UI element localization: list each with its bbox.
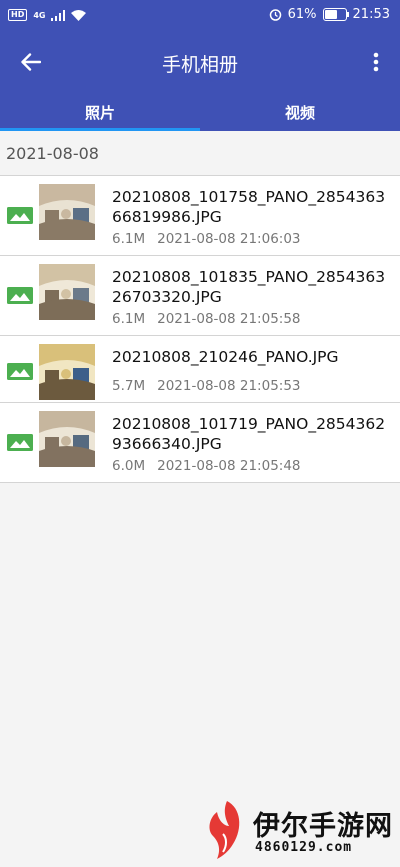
page-title: 手机相册 [161, 54, 238, 76]
hd-badge: HD [8, 9, 28, 21]
file-name: 20210808_101719_PANO_285436293666340.JPG [112, 415, 386, 453]
photo-list-section: 2021-08-08 20210808_101758_PANO_28543636… [0, 131, 400, 483]
watermark-logo [209, 801, 240, 859]
photo-thumbnail [39, 411, 95, 467]
more-vertical-icon [373, 52, 379, 72]
toolbar: 手机相册 [0, 38, 400, 86]
network-badge: 4G [33, 10, 46, 20]
file-meta: 6.1M 2021-08-08 21:06:03 [112, 231, 301, 247]
status-left: HD 4G [8, 9, 87, 21]
app-header: HD 4G 61% 21:53 手机相册 照片 视频 [0, 0, 400, 131]
file-meta: 6.0M 2021-08-08 21:05:48 [112, 458, 301, 474]
signal-icon [51, 9, 66, 21]
watermark-name: 伊尔手游网 [253, 811, 393, 842]
more-options-button[interactable] [362, 48, 390, 76]
file-meta: 6.1M 2021-08-08 21:05:58 [112, 311, 301, 327]
battery-icon [322, 8, 349, 21]
section-date: 2021-08-08 [6, 144, 99, 163]
photo-thumbnail [39, 264, 95, 320]
watermark: 伊尔手游网 4860129.com [203, 798, 393, 862]
clock: 21:53 [352, 7, 390, 22]
file-name: 20210808_101758_PANO_285436366819986.JPG [112, 188, 386, 226]
file-size: 6.1M [112, 311, 146, 327]
status-bar: HD 4G 61% 21:53 [0, 0, 400, 32]
image-icon [7, 434, 33, 451]
file-row[interactable]: 20210808_101835_PANO_285436326703320.JPG… [0, 256, 400, 336]
tab-videos[interactable]: 视频 [200, 94, 400, 131]
image-icon [7, 287, 33, 304]
file-meta: 5.7M 2021-08-08 21:05:53 [112, 378, 301, 394]
file-list: 20210808_101758_PANO_285436366819986.JPG… [0, 175, 400, 483]
alarm-icon [269, 9, 281, 21]
file-datetime: 2021-08-08 21:05:58 [157, 311, 301, 327]
watermark-url: 4860129.com [255, 840, 353, 855]
file-row[interactable]: 20210808_101758_PANO_285436366819986.JPG… [0, 175, 400, 256]
file-name: 20210808_210246_PANO.JPG [112, 348, 339, 366]
battery-percent: 61% [287, 7, 317, 22]
status-right: 61% 21:53 [269, 7, 390, 22]
file-size: 6.1M [112, 231, 146, 247]
tab-photos[interactable]: 照片 [0, 94, 200, 131]
photo-thumbnail [39, 184, 95, 240]
wifi-icon [71, 9, 87, 21]
battery-level [324, 10, 337, 19]
file-name: 20210808_101835_PANO_285436326703320.JPG [112, 268, 386, 306]
photo-thumbnail [39, 344, 95, 400]
file-size: 5.7M [112, 378, 146, 394]
file-datetime: 2021-08-08 21:05:53 [157, 378, 301, 394]
file-row[interactable]: 20210808_210246_PANO.JPG 5.7M 2021-08-08 … [0, 336, 400, 403]
image-icon [7, 363, 33, 380]
file-size: 6.0M [112, 458, 146, 474]
file-datetime: 2021-08-08 21:06:03 [157, 231, 301, 247]
file-row[interactable]: 20210808_101719_PANO_285436293666340.JPG… [0, 403, 400, 483]
image-icon [7, 207, 33, 224]
file-datetime: 2021-08-08 21:05:48 [157, 458, 301, 474]
tab-bar: 照片 视频 [0, 94, 400, 131]
